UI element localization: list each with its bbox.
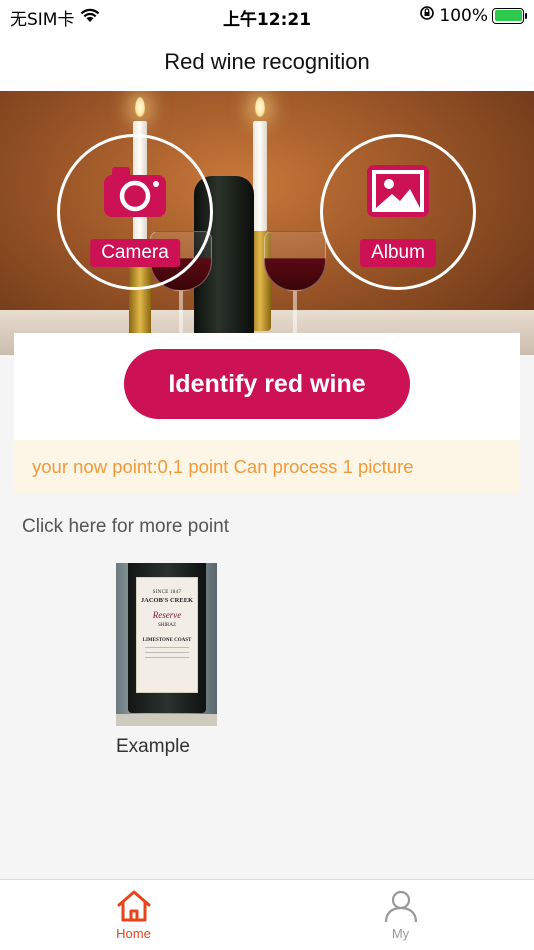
candle [253,121,267,231]
wine-label-line: SINCE 1847 [152,590,182,595]
image-icon [367,165,429,217]
wine-label-region: LIMESTONE COAST [142,638,192,643]
wine-label-varietal: SHIRAZ [157,623,177,628]
candle-flame [135,97,145,117]
more-point-link[interactable]: Click here for more point [22,516,229,538]
hero-banner: Camera Album [0,91,534,355]
battery-icon [492,7,527,24]
candle-flame [255,97,265,117]
nav-bar: Red wine recognition [0,32,534,91]
wine-label-reserve: Reserve [152,610,182,620]
tab-my-label: My [391,926,410,941]
battery-percent: 100% [439,5,488,26]
tab-my[interactable]: My [267,880,534,950]
album-button[interactable]: Album [320,134,476,290]
tab-home[interactable]: Home [0,880,267,950]
status-right: 100% [419,5,527,26]
example-label: Example [116,736,190,757]
points-status: your now point:0,1 point Can process 1 p… [14,440,520,493]
identify-button[interactable]: Identify red wine [124,349,410,419]
example-image[interactable]: SINCE 1847 JACOB'S CREEK Reserve SHIRAZ … [116,563,217,726]
example-table [116,714,217,726]
camera-icon [104,167,166,217]
page-title: Red wine recognition [164,48,370,74]
album-label: Album [360,239,436,267]
wine-glass [264,231,326,291]
orientation-lock-icon [419,5,435,26]
person-icon [384,890,418,923]
wine-label-brand: JACOB'S CREEK [140,597,194,604]
tab-bar: Home My [0,879,534,950]
example-wine-label: SINCE 1847 JACOB'S CREEK Reserve SHIRAZ … [136,577,198,693]
tab-home-label: Home [116,926,151,941]
home-icon [117,890,151,922]
status-bar: 无SIM卡 上午12:21 100% [0,0,534,32]
camera-button[interactable]: Camera [57,134,213,290]
identify-card: Identify red wine your now point:0,1 poi… [14,333,520,493]
camera-label: Camera [90,239,180,267]
